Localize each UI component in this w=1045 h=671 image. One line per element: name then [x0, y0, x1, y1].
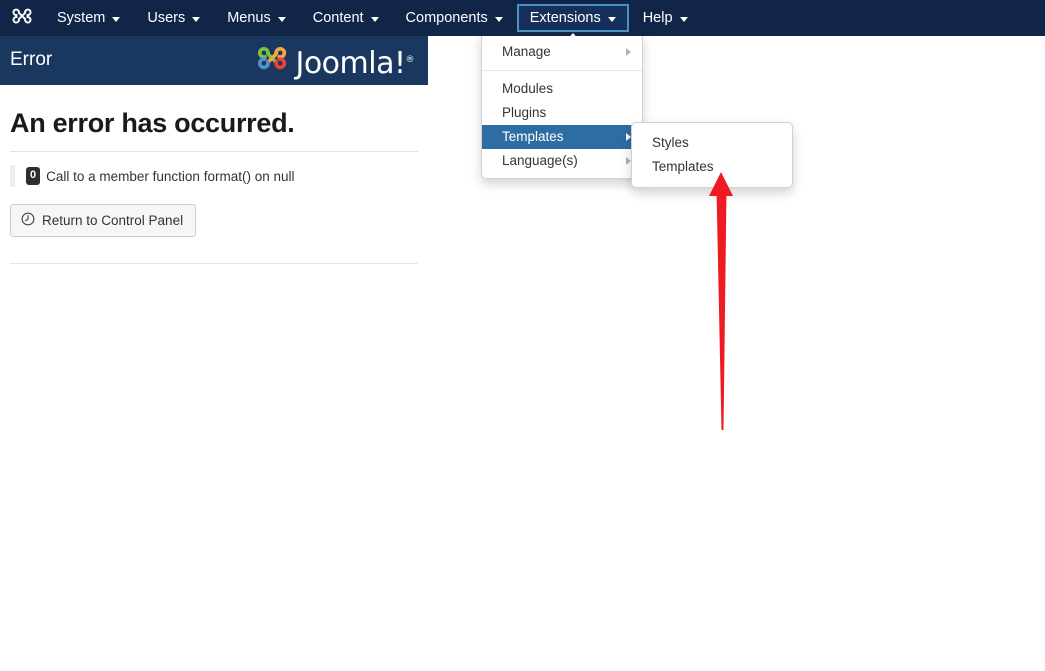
nav-item-label: Help [642, 9, 673, 26]
chevron-down-icon [277, 16, 286, 22]
submenu-item-label: Templates [652, 159, 714, 175]
admin-nav: System Users Menus Content Components Ex… [44, 0, 702, 41]
page-header-band: Error Joomla!® [0, 36, 428, 85]
admin-top-bar: System Users Menus Content Components Ex… [0, 0, 1045, 41]
templates-submenu: Styles Templates [631, 122, 793, 188]
joomla-wordmark: Joomla!® [295, 45, 415, 81]
message-accent-bar [10, 165, 15, 188]
nav-item-help[interactable]: Help [630, 4, 701, 32]
submenu-item-label: Styles [652, 135, 689, 151]
nav-item-label: Menus [227, 9, 271, 26]
error-content: An error has occurred. 0 Call to a membe… [0, 85, 428, 264]
submenu-item-styles[interactable]: Styles [632, 131, 792, 155]
annotation-arrow-icon [690, 160, 760, 450]
menu-item-label: Language(s) [502, 153, 578, 169]
nav-item-content[interactable]: Content [300, 4, 392, 32]
chevron-down-icon [192, 16, 201, 22]
nav-item-label: Users [147, 9, 186, 26]
page-title: Error [10, 49, 53, 70]
divider-top [10, 151, 418, 153]
nav-item-extensions[interactable]: Extensions [516, 4, 629, 41]
menu-item-manage[interactable]: Manage [482, 40, 642, 64]
submenu-item-templates[interactable]: Templates [632, 155, 792, 179]
menu-item-languages[interactable]: Language(s) [482, 149, 642, 173]
button-label: Return to Control Panel [42, 212, 184, 228]
chevron-down-icon [607, 16, 616, 22]
return-to-control-panel-button[interactable]: Return to Control Panel [10, 204, 197, 237]
nav-item-users[interactable]: Users [134, 4, 213, 32]
nav-item-system[interactable]: System [44, 4, 133, 32]
menu-item-templates[interactable]: Templates [482, 125, 642, 149]
registered-mark: ® [405, 54, 415, 65]
chevron-down-icon [679, 16, 688, 22]
dropdown-pointer-notch [565, 33, 580, 41]
chevron-right-icon [626, 48, 631, 56]
back-arrow-circle-icon [21, 212, 35, 229]
error-message-text: Call to a member function format() on nu… [46, 168, 295, 184]
extensions-dropdown-menu: Manage Modules Plugins Templates Languag… [481, 34, 643, 179]
menu-item-label: Plugins [502, 105, 547, 121]
nav-item-label: Components [405, 9, 488, 26]
chevron-down-icon [494, 16, 503, 22]
chevron-down-icon [112, 16, 121, 22]
menu-item-modules[interactable]: Modules [482, 77, 642, 101]
chevron-down-icon [370, 16, 379, 22]
joomla-symbol-icon [255, 44, 289, 83]
nav-item-label: Extensions [529, 9, 601, 26]
menu-item-plugins[interactable]: Plugins [482, 101, 642, 125]
error-heading: An error has occurred. [10, 108, 295, 138]
nav-item-label: Content [312, 9, 364, 26]
error-code-badge: 0 [26, 167, 41, 186]
nav-item-label: System [57, 9, 106, 26]
menu-item-label: Manage [502, 44, 551, 60]
joomla-brand-logo: Joomla!® [255, 44, 414, 83]
joomla-logo-icon[interactable] [0, 0, 44, 36]
menu-separator [482, 70, 642, 71]
menu-item-label: Modules [502, 81, 554, 97]
nav-item-components[interactable]: Components [393, 4, 516, 32]
nav-item-menus[interactable]: Menus [214, 4, 299, 32]
error-message-row: 0 Call to a member function format() on … [10, 165, 428, 188]
divider-bottom [10, 262, 418, 264]
menu-item-label: Templates [502, 129, 564, 145]
